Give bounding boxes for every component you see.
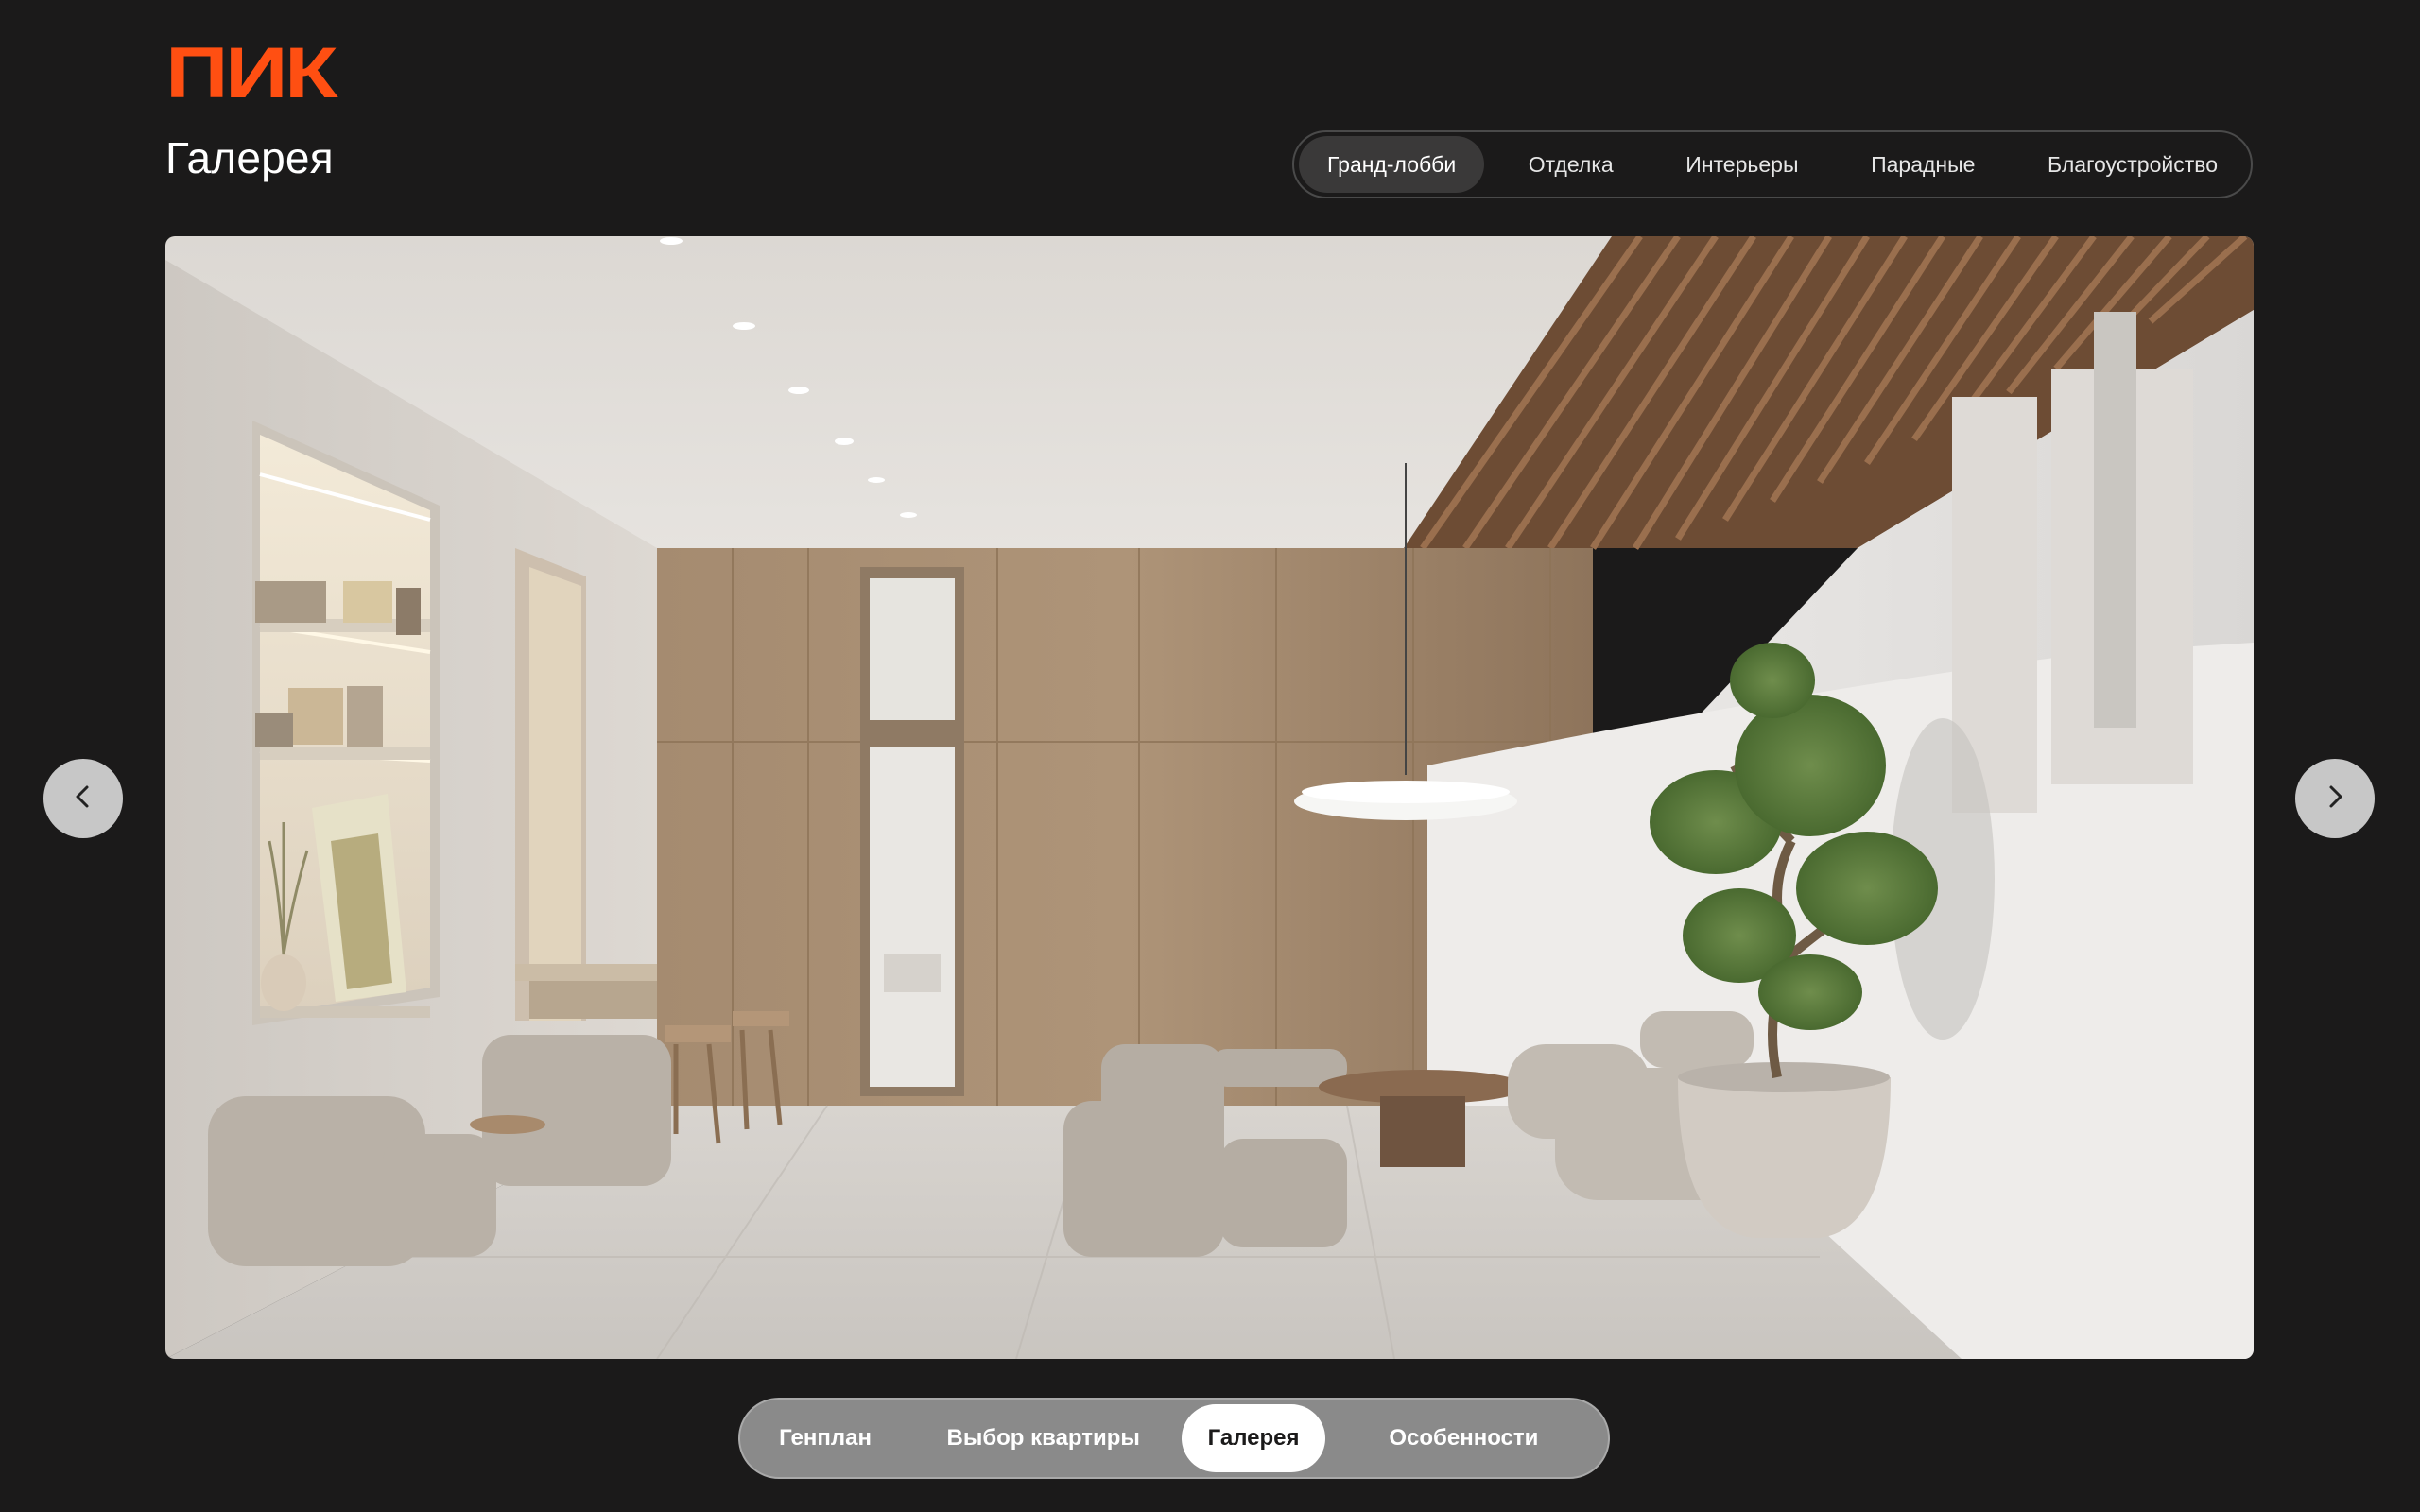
bottom-navigation: Генплан Выбор квартиры Галерея Особеннос…: [738, 1398, 1610, 1479]
gallery-image: [165, 236, 2254, 1359]
nav-apartment-choice[interactable]: Выбор квартиры: [905, 1404, 1182, 1472]
category-tabs: Гранд-лобби Отделка Интерьеры Парадные Б…: [1292, 130, 2253, 198]
tab-grand-lobby[interactable]: Гранд-лобби: [1299, 136, 1485, 193]
tab-interiors[interactable]: Интерьеры: [1657, 136, 1826, 193]
page-title: Галерея: [165, 133, 334, 182]
gallery-next-button[interactable]: [2295, 759, 2375, 838]
chevron-left-icon: [69, 782, 97, 816]
tab-landscaping[interactable]: Благоустройство: [2019, 136, 2246, 193]
nav-features[interactable]: Особенности: [1325, 1404, 1602, 1472]
lobby-interior-render: [165, 236, 2254, 1359]
pik-logo[interactable]: ПИК: [165, 38, 338, 110]
nav-gallery[interactable]: Галерея: [1182, 1404, 1325, 1472]
chevron-right-icon: [2321, 782, 2349, 816]
gallery-prev-button[interactable]: [43, 759, 123, 838]
nav-genplan[interactable]: Генплан: [746, 1404, 905, 1472]
tab-finishing[interactable]: Отделка: [1500, 136, 1642, 193]
tab-entrances[interactable]: Парадные: [1842, 136, 2003, 193]
